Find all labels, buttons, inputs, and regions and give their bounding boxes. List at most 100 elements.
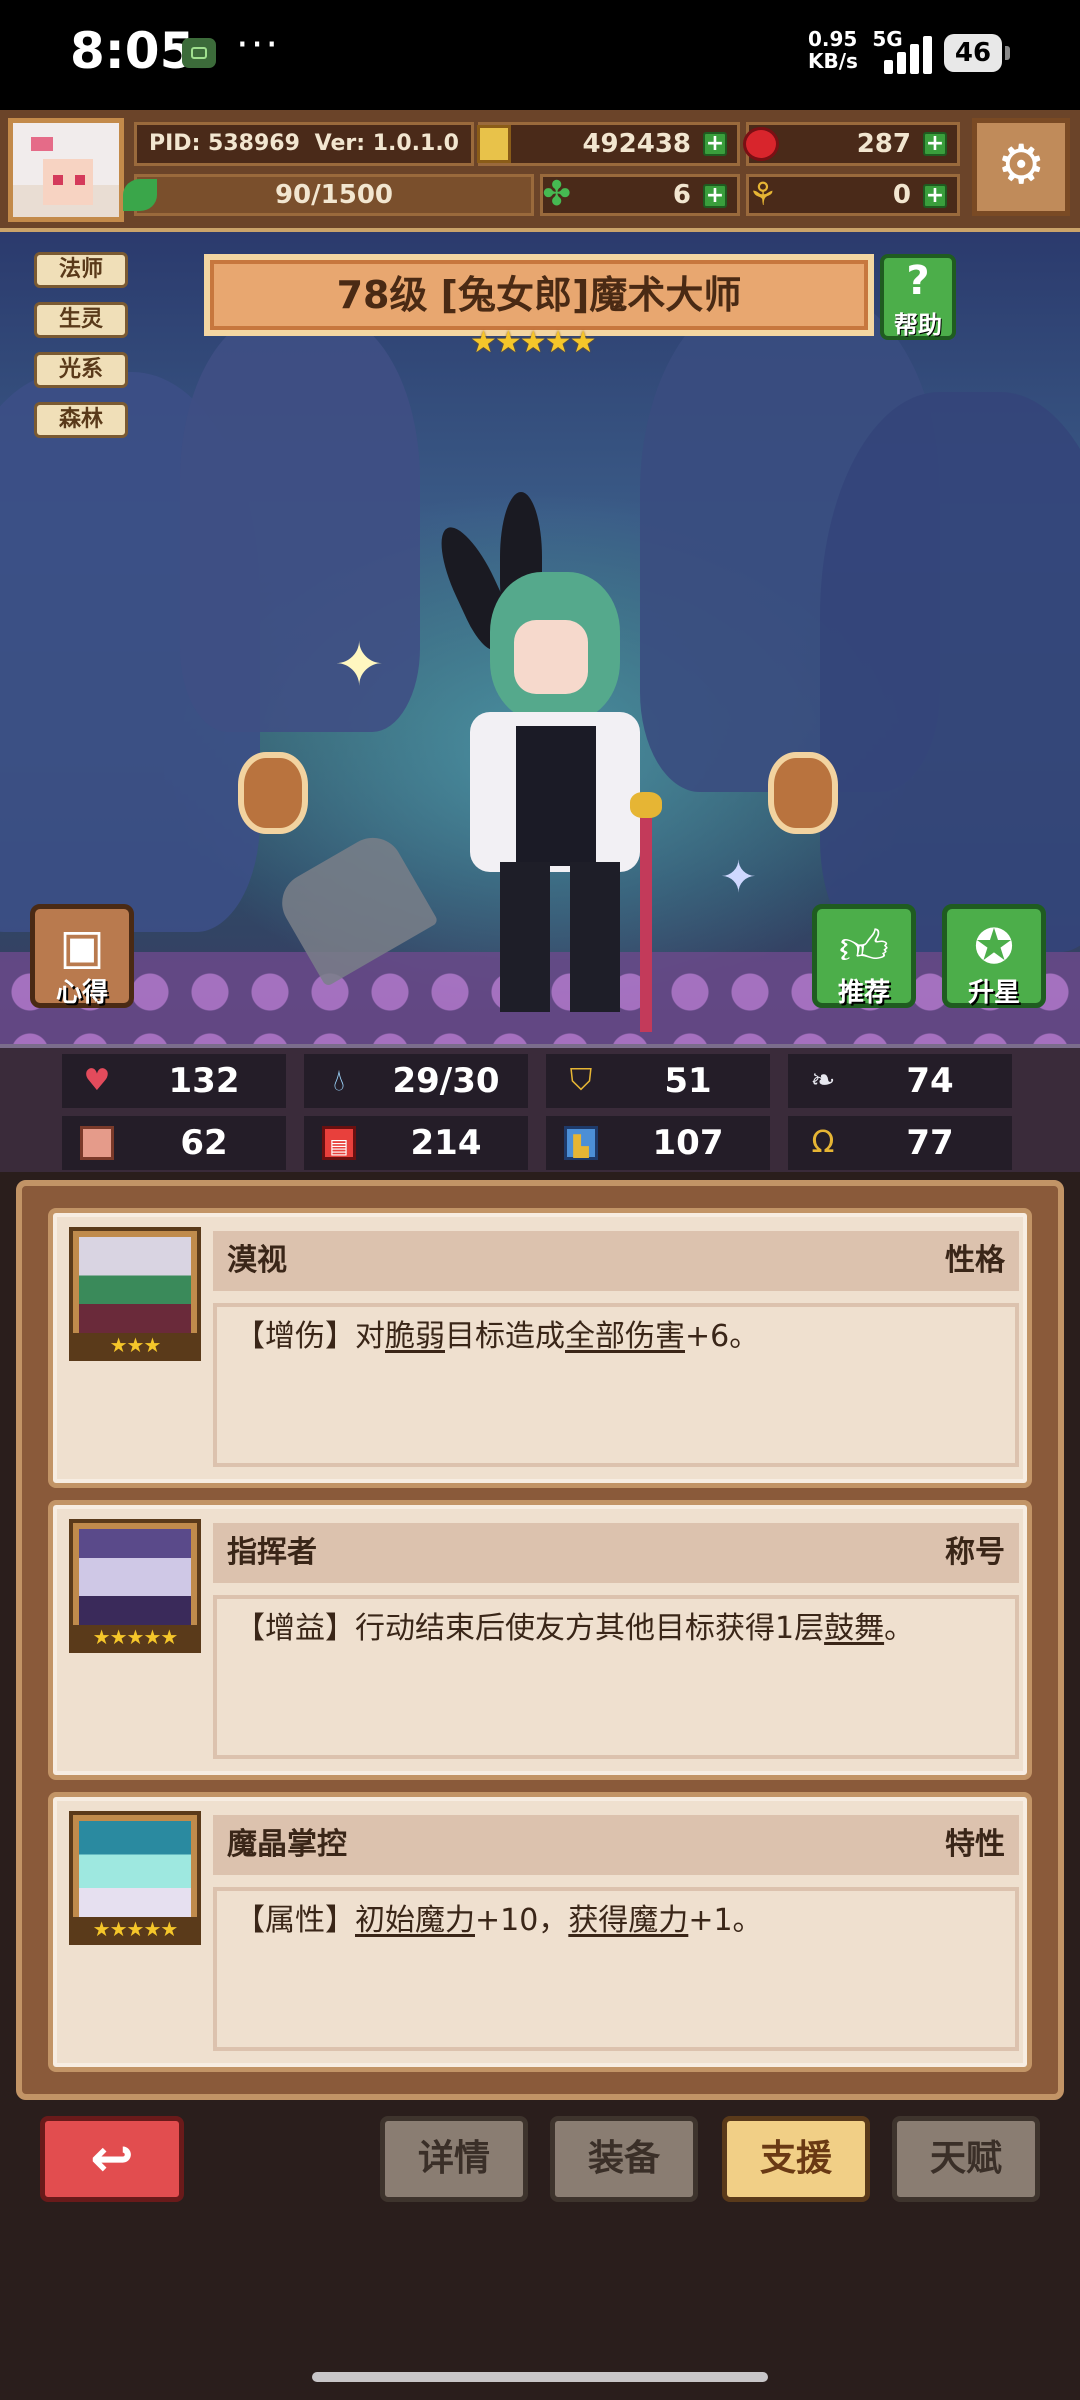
hero-character-sprite — [428, 482, 670, 1032]
support-portrait[interactable]: ★★★★★ — [69, 1811, 201, 1945]
race-tag-living[interactable]: 生灵 — [34, 302, 128, 338]
stat-value: 29/30 — [392, 1061, 500, 1101]
portrait-stars: ★★★ — [73, 1333, 197, 1357]
clover-icon: ✤ — [542, 174, 572, 214]
stamina-leaf-icon — [123, 179, 157, 211]
stat-value: 132 — [168, 1061, 240, 1101]
star-up-label: 升星 — [967, 978, 1020, 1008]
sparkle-icon: ✦ — [720, 852, 757, 903]
net-speed-value: 0.95 — [808, 27, 858, 51]
horn-counter: ⚘ 0 + — [746, 174, 960, 216]
element-tag-light[interactable]: 光系 — [34, 352, 128, 388]
add-horn-button[interactable]: + — [923, 184, 947, 208]
help-button[interactable]: ? 帮助 — [880, 254, 956, 340]
hero-stats: ♥ 132 💧︎ 29/30 ⛉ 51 ❧ 74 62 ▤ 214 ▙ 107 … — [0, 1044, 1080, 1172]
stamina-bar: 90/1500 — [123, 174, 534, 216]
stat-attack: 62 — [62, 1116, 286, 1170]
support-card[interactable]: ★★★★★ 指挥者 称号 【增益】行动结束后使友方其他目标获得1层鼓舞。 — [48, 1500, 1032, 1780]
gold-counter: 492438 + — [477, 122, 740, 166]
add-clover-button[interactable]: + — [703, 184, 727, 208]
stat-value: 107 — [652, 1123, 724, 1163]
stat-hp: ♥ 132 — [62, 1054, 286, 1108]
horn-value: 0 — [892, 180, 911, 210]
star-up-button[interactable]: ✪ 升星 — [942, 904, 1046, 1008]
support-card[interactable]: ★★★★★ 魔晶掌控 特性 【属性】初始魔力+10，获得魔力+1。 — [48, 1792, 1032, 2072]
recommend-label: 推荐 — [837, 978, 890, 1008]
horseshoe-icon: Ω — [811, 1125, 835, 1160]
home-indicator[interactable] — [312, 2372, 768, 2382]
class-tag-mage[interactable]: 法师 — [34, 252, 128, 288]
card-name: 漠视 — [227, 1243, 287, 1278]
help-label: 帮助 — [894, 311, 942, 339]
card-category: 特性 — [945, 1827, 1005, 1862]
card-header: 指挥者 称号 — [213, 1523, 1019, 1583]
back-button[interactable]: ↩ — [40, 2116, 184, 2202]
support-panel: ★★★ 漠视 性格 【增伤】对脆弱目标造成全部伤害+6。 ★★★★★ 指挥者 称… — [16, 1180, 1064, 2100]
gold-coin-icon — [477, 125, 511, 163]
card-description: 【属性】初始魔力+10，获得魔力+1。 — [213, 1887, 1019, 2051]
prev-hero-button[interactable] — [238, 752, 308, 834]
thumbs-up-icon: 👍︎ — [838, 920, 890, 976]
support-card[interactable]: ★★★ 漠视 性格 【增伤】对脆弱目标造成全部伤害+6。 — [48, 1208, 1032, 1488]
tab-support[interactable]: 支援 — [722, 2116, 870, 2202]
notebook-icon: ▣ — [59, 919, 105, 975]
stat-luck: Ω 77 — [788, 1116, 1012, 1170]
app-notification-icon — [182, 38, 216, 68]
card-description: 【增益】行动结束后使友方其他目标获得1层鼓舞。 — [213, 1595, 1019, 1759]
player-id: PID: 538969 — [149, 131, 300, 156]
fist-icon — [80, 1126, 114, 1160]
shield-icon: ⛉ — [569, 1063, 593, 1098]
player-id-bar: PID: 538969 Ver: 1.0.1.0 — [134, 122, 474, 166]
card-description: 【增伤】对脆弱目标造成全部伤害+6。 — [213, 1303, 1019, 1467]
card-header: 漠视 性格 — [213, 1231, 1019, 1291]
add-gem-button[interactable]: + — [923, 132, 947, 156]
more-notifications-icon: ··· — [236, 22, 281, 68]
tab-equipment[interactable]: 装备 — [550, 2116, 698, 2202]
settings-button[interactable]: ⚙ — [972, 118, 1070, 216]
xinde-label: 心得 — [55, 978, 108, 1008]
tab-talent[interactable]: 天赋 — [892, 2116, 1040, 2202]
gem-value: 287 — [856, 129, 911, 159]
stat-value: 77 — [906, 1123, 954, 1163]
stat-value: 51 — [664, 1061, 712, 1101]
red-gem-icon — [743, 127, 779, 161]
mana-drop-icon: 💧︎ — [333, 1063, 345, 1098]
keyword-link[interactable]: 全部伤害 — [565, 1319, 685, 1354]
stat-mana: 💧︎ 29/30 — [304, 1054, 528, 1108]
keyword-link[interactable]: 获得魔力 — [568, 1903, 688, 1938]
hero-scene: 法师 生灵 光系 森林 78级 [兔女郎]魔术大师 ★★★★★ ? 帮助 ✦ ✦… — [0, 232, 1080, 1044]
gem-counter: 287 + — [743, 122, 960, 166]
keyword-link[interactable]: 脆弱 — [385, 1319, 445, 1354]
clover-value: 6 — [672, 180, 691, 210]
stat-agility: ▙ 107 — [546, 1116, 770, 1170]
resource-bar: PID: 538969 Ver: 1.0.1.0 492438 + 287 + … — [0, 110, 1080, 232]
portrait-stars: ★★★★★ — [73, 1917, 197, 1941]
xinde-button[interactable]: ▣ 心得 — [30, 904, 134, 1008]
boot-icon: ▙ — [564, 1126, 598, 1160]
return-arrow-icon: ↩ — [90, 2129, 134, 2189]
status-time: 8:05 — [70, 22, 195, 80]
question-icon: ? — [906, 258, 930, 304]
star-icon: ✪ — [973, 919, 1015, 975]
signal-icon — [880, 34, 940, 74]
hero-title: 78级 [兔女郎]魔术大师 — [204, 254, 874, 336]
card-category: 性格 — [945, 1243, 1005, 1278]
recommend-button[interactable]: 👍︎ 推荐 — [812, 904, 916, 1008]
card-name: 魔晶掌控 — [227, 1827, 347, 1862]
stamina-value: 90/1500 — [274, 180, 394, 210]
keyword-link[interactable]: 鼓舞 — [824, 1611, 884, 1646]
tab-details[interactable]: 详情 — [380, 2116, 528, 2202]
keyword-link[interactable]: 初始魔力 — [355, 1903, 475, 1938]
next-hero-button[interactable] — [768, 752, 838, 834]
gear-icon: ⚙ — [997, 133, 1046, 196]
card-header: 魔晶掌控 特性 — [213, 1815, 1019, 1875]
support-portrait[interactable]: ★★★ — [69, 1227, 201, 1361]
faction-tag-forest[interactable]: 森林 — [34, 402, 128, 438]
stat-speed: ❧ 74 — [788, 1054, 1012, 1108]
support-portrait[interactable]: ★★★★★ — [69, 1519, 201, 1653]
game-version: Ver: 1.0.1.0 — [314, 131, 459, 156]
stat-value: 214 — [410, 1123, 482, 1163]
stat-defense: ⛉ 51 — [546, 1054, 770, 1108]
add-gold-button[interactable]: + — [703, 132, 727, 156]
player-avatar[interactable] — [8, 118, 124, 222]
